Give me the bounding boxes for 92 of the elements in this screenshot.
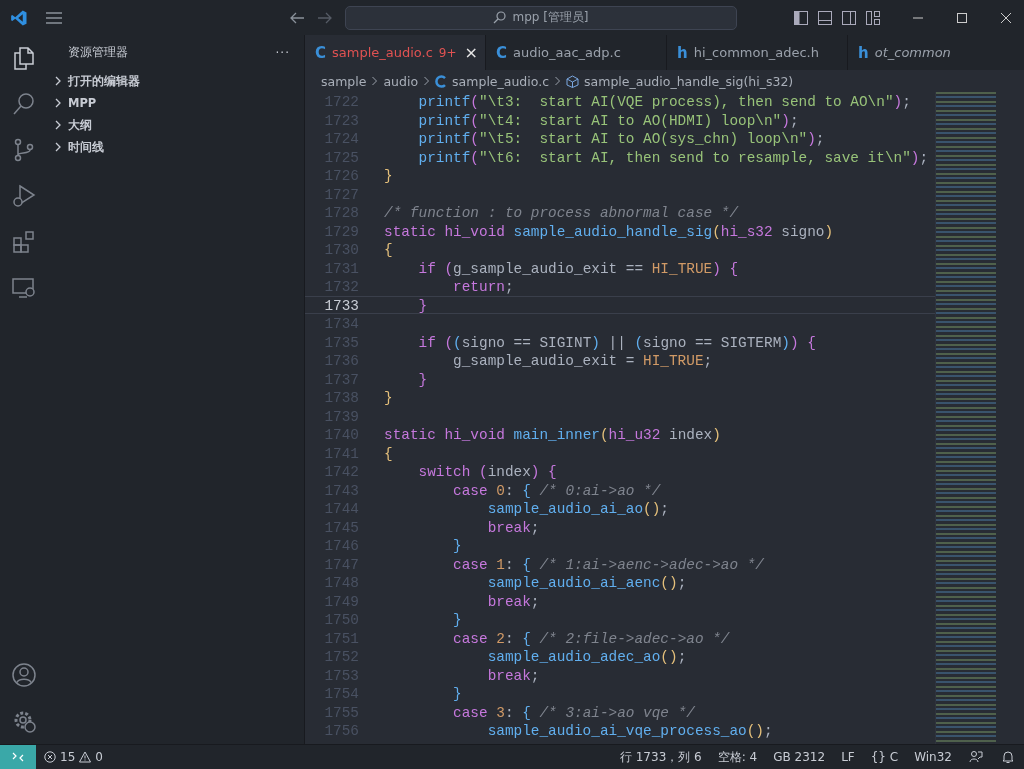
code-line: static hi_void sample_audio_handle_sig(hi_s32 signo): [384, 222, 834, 239]
code-line: printf("\t3: start AI(VQE process), then send to AO\n");: [417, 93, 911, 110]
code-line: printf("\t6: start AI, then send to resample, save it\n");: [417, 148, 929, 165]
editor-tab[interactable]: C sample_audio.c 9+ ×: [305, 35, 486, 70]
code-line: break;: [486, 666, 540, 683]
menu-icon[interactable]: [46, 11, 62, 24]
panel-layout-icon[interactable]: [818, 10, 832, 25]
sidebar-layout-icon[interactable]: [794, 10, 808, 25]
notifications-bell-icon[interactable]: [1001, 750, 1015, 764]
sidebar-section[interactable]: 时间线: [48, 136, 304, 158]
code-line: sample_audio_ai_aenc();: [486, 574, 687, 591]
files-icon[interactable]: [11, 45, 37, 71]
code-line: case 1: { /* 1:ai->aenc->adec->ao */: [452, 555, 764, 572]
secondary-sidebar-icon[interactable]: [842, 10, 856, 25]
file-type-icon: h: [858, 43, 869, 62]
section-label: 时间线: [68, 139, 104, 155]
file-encoding[interactable]: GB 2312: [765, 750, 834, 764]
breadcrumb-item[interactable]: sample_audio.c: [452, 73, 550, 89]
code-line: break;: [486, 592, 540, 609]
code-line: case 2: { /* 2:file->adec->ao */: [452, 629, 730, 646]
command-search-field[interactable]: mpp [管理员]: [345, 5, 737, 30]
close-tab-button[interactable]: ×: [464, 43, 478, 62]
line-number: 1733: [323, 296, 360, 313]
breadcrumb-item[interactable]: sample_audio_handle_sig(hi_s32): [584, 73, 794, 89]
code-line: }: [452, 537, 462, 554]
breadcrumb-item[interactable]: audio: [383, 73, 419, 89]
close-icon[interactable]: [1000, 11, 1012, 24]
code-line: return;: [452, 278, 514, 295]
run-debug-icon[interactable]: [11, 183, 37, 209]
code-line: switch (index) {: [417, 463, 557, 480]
extensions-icon[interactable]: [11, 229, 37, 255]
editor-tab[interactable]: C audio_aac_adp.c: [486, 35, 667, 70]
problems-button[interactable]: 15 0: [36, 750, 111, 764]
platform-setting[interactable]: Win32: [906, 750, 960, 764]
chevron-icon: [371, 76, 379, 86]
code-line: if (g_sample_audio_exit == HI_TRUE) {: [417, 259, 739, 276]
cursor-position[interactable]: 行 1733，列 6: [611, 748, 710, 766]
search-icon[interactable]: [11, 91, 37, 117]
code-line: }: [417, 370, 428, 387]
customize-layout-icon[interactable]: [866, 10, 880, 25]
file-type-icon: C: [315, 43, 326, 62]
account-icon[interactable]: [11, 662, 37, 688]
code-line: case 0: { /* 0:ai->ao */: [452, 481, 661, 498]
app-logo-icon: [10, 8, 28, 27]
warning-icon: [79, 751, 92, 763]
code-line: }: [384, 167, 393, 184]
sidebar-section[interactable]: 打开的编辑器: [48, 70, 304, 92]
section-label: 打开的编辑器: [68, 73, 140, 89]
code-line: printf("\t5: start AI to AO(sys_chn) loop\n");: [417, 130, 825, 147]
forward-arrow-icon[interactable]: [317, 11, 333, 24]
file-type-icon: h: [677, 43, 688, 62]
code-line: g_sample_audio_exit = HI_TRUE;: [452, 352, 713, 369]
code-line: sample_audio_ai_ao();: [486, 500, 669, 517]
code-line: }: [452, 611, 462, 628]
code-line: static hi_void main_inner(hi_u32 index): [384, 426, 721, 443]
section-label: 大纲: [68, 117, 92, 133]
code-line: if ((signo == SIGINT) || (signo == SIGTERM)) {: [417, 333, 816, 350]
indentation-setting[interactable]: 空格: 4: [709, 748, 766, 766]
search-icon: [493, 11, 507, 24]
code-line: printf("\t4: start AI to AO(HDMI) loop\n");: [417, 111, 799, 128]
more-actions-button[interactable]: ···: [275, 45, 290, 60]
code-line: }: [384, 389, 393, 406]
remote-icon: [12, 751, 24, 763]
code-line: sample_audio_adec_ao();: [486, 648, 687, 665]
code-line: sample_audio_ai_vqe_process_ao();: [486, 722, 773, 739]
code-line: {: [384, 241, 393, 258]
language-mode[interactable]: {} C: [862, 750, 907, 764]
chevron-icon: [423, 76, 431, 86]
code-line: case 3: { /* 3:ai->ao vqe */: [452, 703, 695, 720]
error-icon: [44, 751, 56, 763]
feedback-icon[interactable]: [969, 750, 983, 764]
back-arrow-icon[interactable]: [289, 11, 305, 24]
section-label: MPP: [68, 96, 97, 110]
code-line: {: [384, 444, 393, 461]
sidebar-section[interactable]: MPP: [48, 92, 304, 114]
code-line: }: [417, 296, 428, 313]
code-line: /* function : to process abnormal case */: [384, 204, 739, 221]
cube-icon: [566, 74, 580, 88]
chevron-icon: [554, 76, 562, 86]
sidebar-title: 资源管理器: [68, 44, 128, 61]
code-line: }: [452, 685, 462, 702]
code-line: break;: [486, 518, 540, 535]
sidebar-section[interactable]: 大纲: [48, 114, 304, 136]
maximize-icon[interactable]: [956, 11, 968, 24]
c-file-icon: [435, 74, 448, 88]
problem-count: 9+: [438, 45, 457, 60]
editor-tab[interactable]: h hi_common_adec.h: [667, 35, 848, 70]
editor-tab[interactable]: h ot_common: [848, 35, 1024, 70]
file-type-icon: C: [496, 43, 507, 62]
remote-explorer-icon[interactable]: [11, 275, 37, 301]
line-ending[interactable]: LF: [833, 750, 863, 764]
breadcrumb-item[interactable]: sample: [321, 73, 367, 89]
